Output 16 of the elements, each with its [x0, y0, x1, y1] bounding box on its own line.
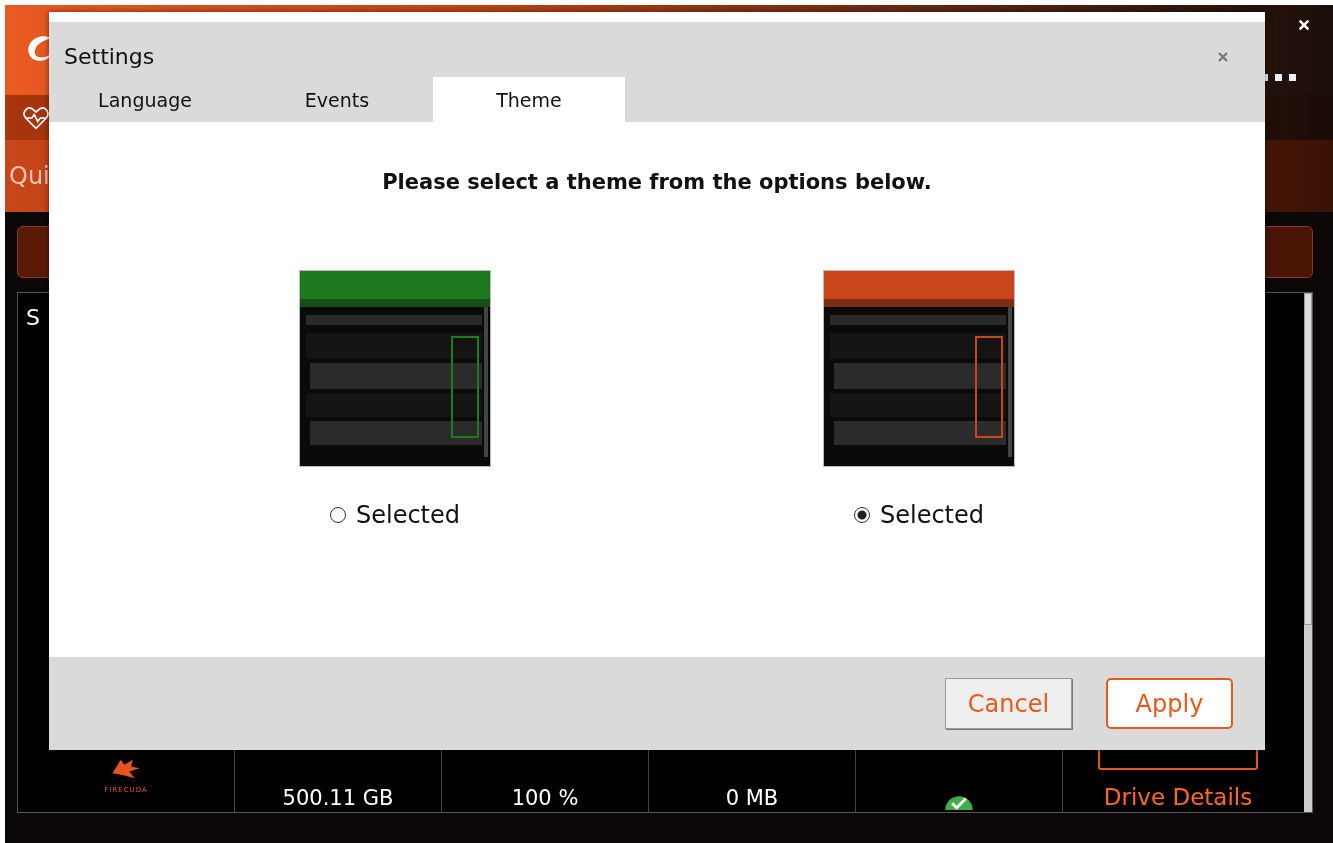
drive-details-link[interactable]: Drive Details [1103, 784, 1253, 810]
section-label: S [26, 305, 41, 330]
check-icon [944, 794, 974, 810]
theme-radio[interactable]: Selected [329, 501, 460, 529]
prompt-text: Please select a theme from the options below. [382, 170, 932, 194]
column-value: 100 % [511, 786, 579, 810]
theme-radio[interactable]: Selected [853, 501, 984, 529]
tab[interactable]: Theme [433, 77, 625, 122]
tab[interactable]: Events [241, 77, 433, 122]
apply-button[interactable]: Apply [1106, 678, 1233, 729]
dialog-title: Settings [64, 44, 155, 69]
column-value: 0 MB [725, 786, 779, 810]
tab[interactable]: Language [49, 77, 241, 122]
column-value: 500.11 GB [282, 786, 394, 810]
scrollbar[interactable] [1304, 293, 1312, 812]
heart-icon[interactable] [23, 105, 49, 130]
